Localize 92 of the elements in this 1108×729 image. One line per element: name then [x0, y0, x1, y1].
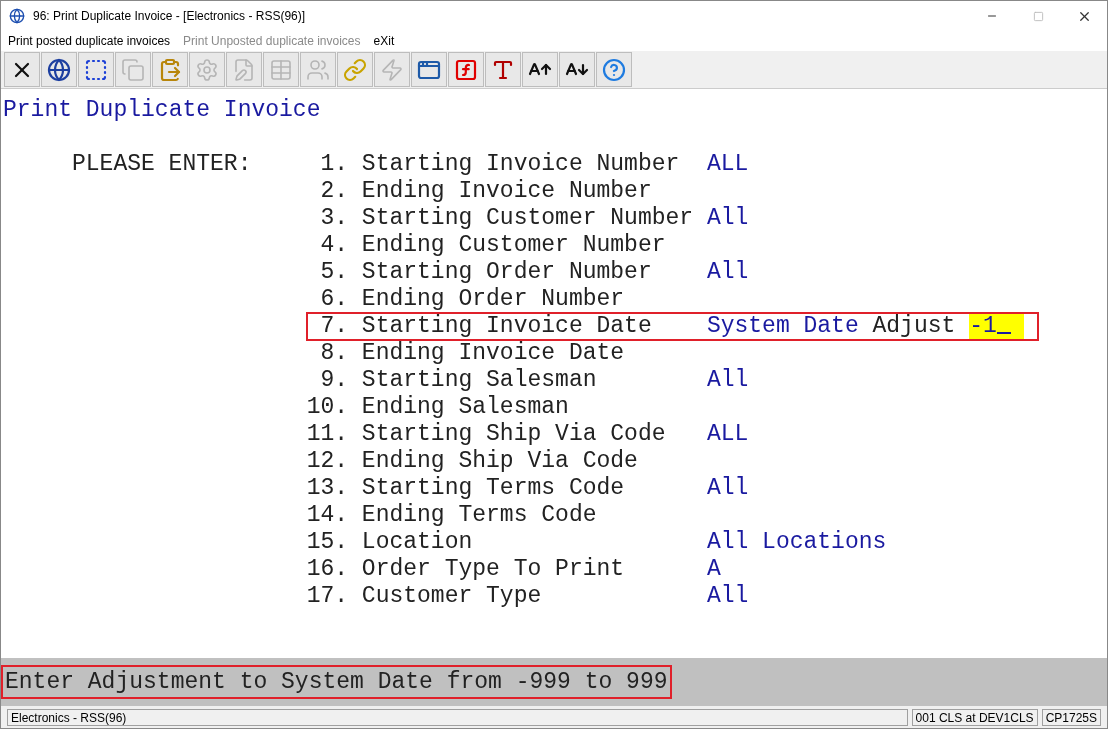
- field-row[interactable]: 2. Ending Invoice Number: [306, 178, 1025, 205]
- window-title: 96: Print Duplicate Invoice - [Electronics - RSS(96)]: [33, 8, 306, 25]
- maximize-icon: [1032, 10, 1044, 22]
- chain-link-icon: [343, 57, 367, 82]
- field-number: 13.: [306, 475, 349, 502]
- prompt-message: Enter Adjustment to System Date from -999 to 999: [1, 665, 672, 699]
- field-number: 6.: [319, 286, 349, 313]
- field-label: Ending Invoice Number: [361, 178, 653, 205]
- status-pane: Electronics - RSS(96): [7, 708, 908, 726]
- menu-item[interactable]: eXit: [373, 32, 395, 50]
- field-label: Ending Invoice Date: [361, 340, 626, 367]
- menu-item[interactable]: Print posted duplicate invoices: [8, 32, 171, 50]
- status-pane: 001 CLS at DEV1CLS: [911, 708, 1038, 726]
- field-number: 8.: [319, 340, 349, 367]
- field-row[interactable]: 8. Ending Invoice Date: [306, 340, 1025, 367]
- field-value: All: [706, 475, 749, 502]
- field-label: Ending Order Number: [361, 286, 626, 313]
- field-number: 17.: [306, 583, 349, 610]
- field-row[interactable]: 11. Starting Ship Via Code ALL: [306, 421, 1025, 448]
- field-value: ALL: [706, 151, 749, 178]
- function-icon: [454, 57, 478, 82]
- field-label: Location: [361, 529, 474, 556]
- field-label: Starting Invoice Number: [361, 151, 681, 178]
- field-label: Ending Customer Number: [361, 232, 667, 259]
- field-label: Ending Terms Code: [361, 502, 598, 529]
- field-label: Starting Terms Code: [361, 475, 626, 502]
- field-number: 9.: [319, 367, 349, 394]
- field-row[interactable]: 10. Ending Salesman: [306, 394, 1025, 421]
- input-field[interactable]: -1: [969, 314, 1025, 339]
- toolbar-button[interactable]: [559, 52, 595, 87]
- field-number: 3.: [319, 205, 349, 232]
- field-number: 12.: [306, 448, 349, 475]
- field-row[interactable]: 4. Ending Customer Number: [306, 232, 1025, 259]
- field-number: 5.: [319, 259, 349, 286]
- field-row[interactable]: 6. Ending Order Number: [306, 286, 1025, 313]
- field-value: A: [706, 556, 721, 583]
- copy-icon: [121, 57, 145, 82]
- pen-document-icon: [232, 57, 256, 82]
- field-number: 10.: [306, 394, 349, 421]
- toolbar-button[interactable]: [522, 52, 558, 87]
- field-value: All: [706, 583, 749, 610]
- globe-icon: [47, 57, 71, 82]
- text-cursor: [996, 332, 1011, 334]
- field-suffix: Adjust: [872, 313, 956, 340]
- field-label: Starting Ship Via Code: [361, 421, 667, 448]
- toolbar-button[interactable]: [4, 52, 40, 87]
- field-number: 15.: [306, 529, 349, 556]
- field-label: Starting Invoice Date: [361, 313, 653, 340]
- app-globe-icon: [9, 8, 25, 24]
- screen-heading: Print Duplicate Invoice: [3, 97, 321, 124]
- field-number: 7.: [319, 313, 349, 340]
- field-row[interactable]: 1. Starting Invoice Number ALL: [306, 151, 1025, 178]
- field-label: Starting Customer Number: [361, 205, 695, 232]
- paste-icon: [158, 57, 182, 82]
- field-number: 1.: [319, 151, 349, 178]
- field-row[interactable]: 5. Starting Order Number All: [306, 259, 1025, 286]
- status-pane: CP1725S: [1041, 708, 1101, 726]
- toolbar-button[interactable]: [41, 52, 77, 87]
- field-label: Ending Ship Via Code: [361, 448, 639, 475]
- dashed-square-icon: [84, 57, 108, 82]
- prompt-label: PLEASE ENTER:: [72, 151, 252, 177]
- help-icon: [602, 57, 626, 82]
- field-value: All: [706, 259, 749, 286]
- field-value: All: [706, 367, 749, 394]
- field-row[interactable]: 9. Starting Salesman All: [306, 367, 1025, 394]
- field-number: 14.: [306, 502, 349, 529]
- toolbar-button[interactable]: [78, 52, 114, 87]
- field-row[interactable]: 3. Starting Customer Number All: [306, 205, 1025, 232]
- field-value: All Locations: [706, 529, 887, 556]
- field-row[interactable]: 12. Ending Ship Via Code: [306, 448, 1025, 475]
- field-number: 16.: [306, 556, 349, 583]
- field-row[interactable]: 13. Starting Terms Code All: [306, 475, 1025, 502]
- field-value: System Date: [706, 313, 859, 340]
- field-number: 11.: [306, 421, 349, 448]
- field-value: All: [706, 205, 749, 232]
- field-value: ALL: [706, 421, 749, 448]
- field-label: Starting Order Number: [361, 259, 653, 286]
- lightning-icon: [380, 57, 404, 82]
- field-row[interactable]: 14. Ending Terms Code: [306, 502, 1025, 529]
- field-number: 2.: [319, 178, 349, 205]
- field-row[interactable]: 7. Starting Invoice Date System Date Adjust -1: [306, 313, 1039, 340]
- field-number: 4.: [319, 232, 349, 259]
- users-icon: [306, 57, 330, 82]
- field-label: Order Type To Print: [361, 556, 626, 583]
- field-row[interactable]: 17. Customer Type All: [306, 583, 1025, 610]
- field-label: Ending Salesman: [361, 394, 570, 421]
- settings-icon: [195, 57, 219, 82]
- field-row[interactable]: 16. Order Type To Print A: [306, 556, 1025, 583]
- field-label: Customer Type: [361, 583, 543, 610]
- field-row[interactable]: 15. Location All Locations: [306, 529, 1025, 556]
- field-label: Starting Salesman: [361, 367, 598, 394]
- table-icon: [269, 57, 293, 82]
